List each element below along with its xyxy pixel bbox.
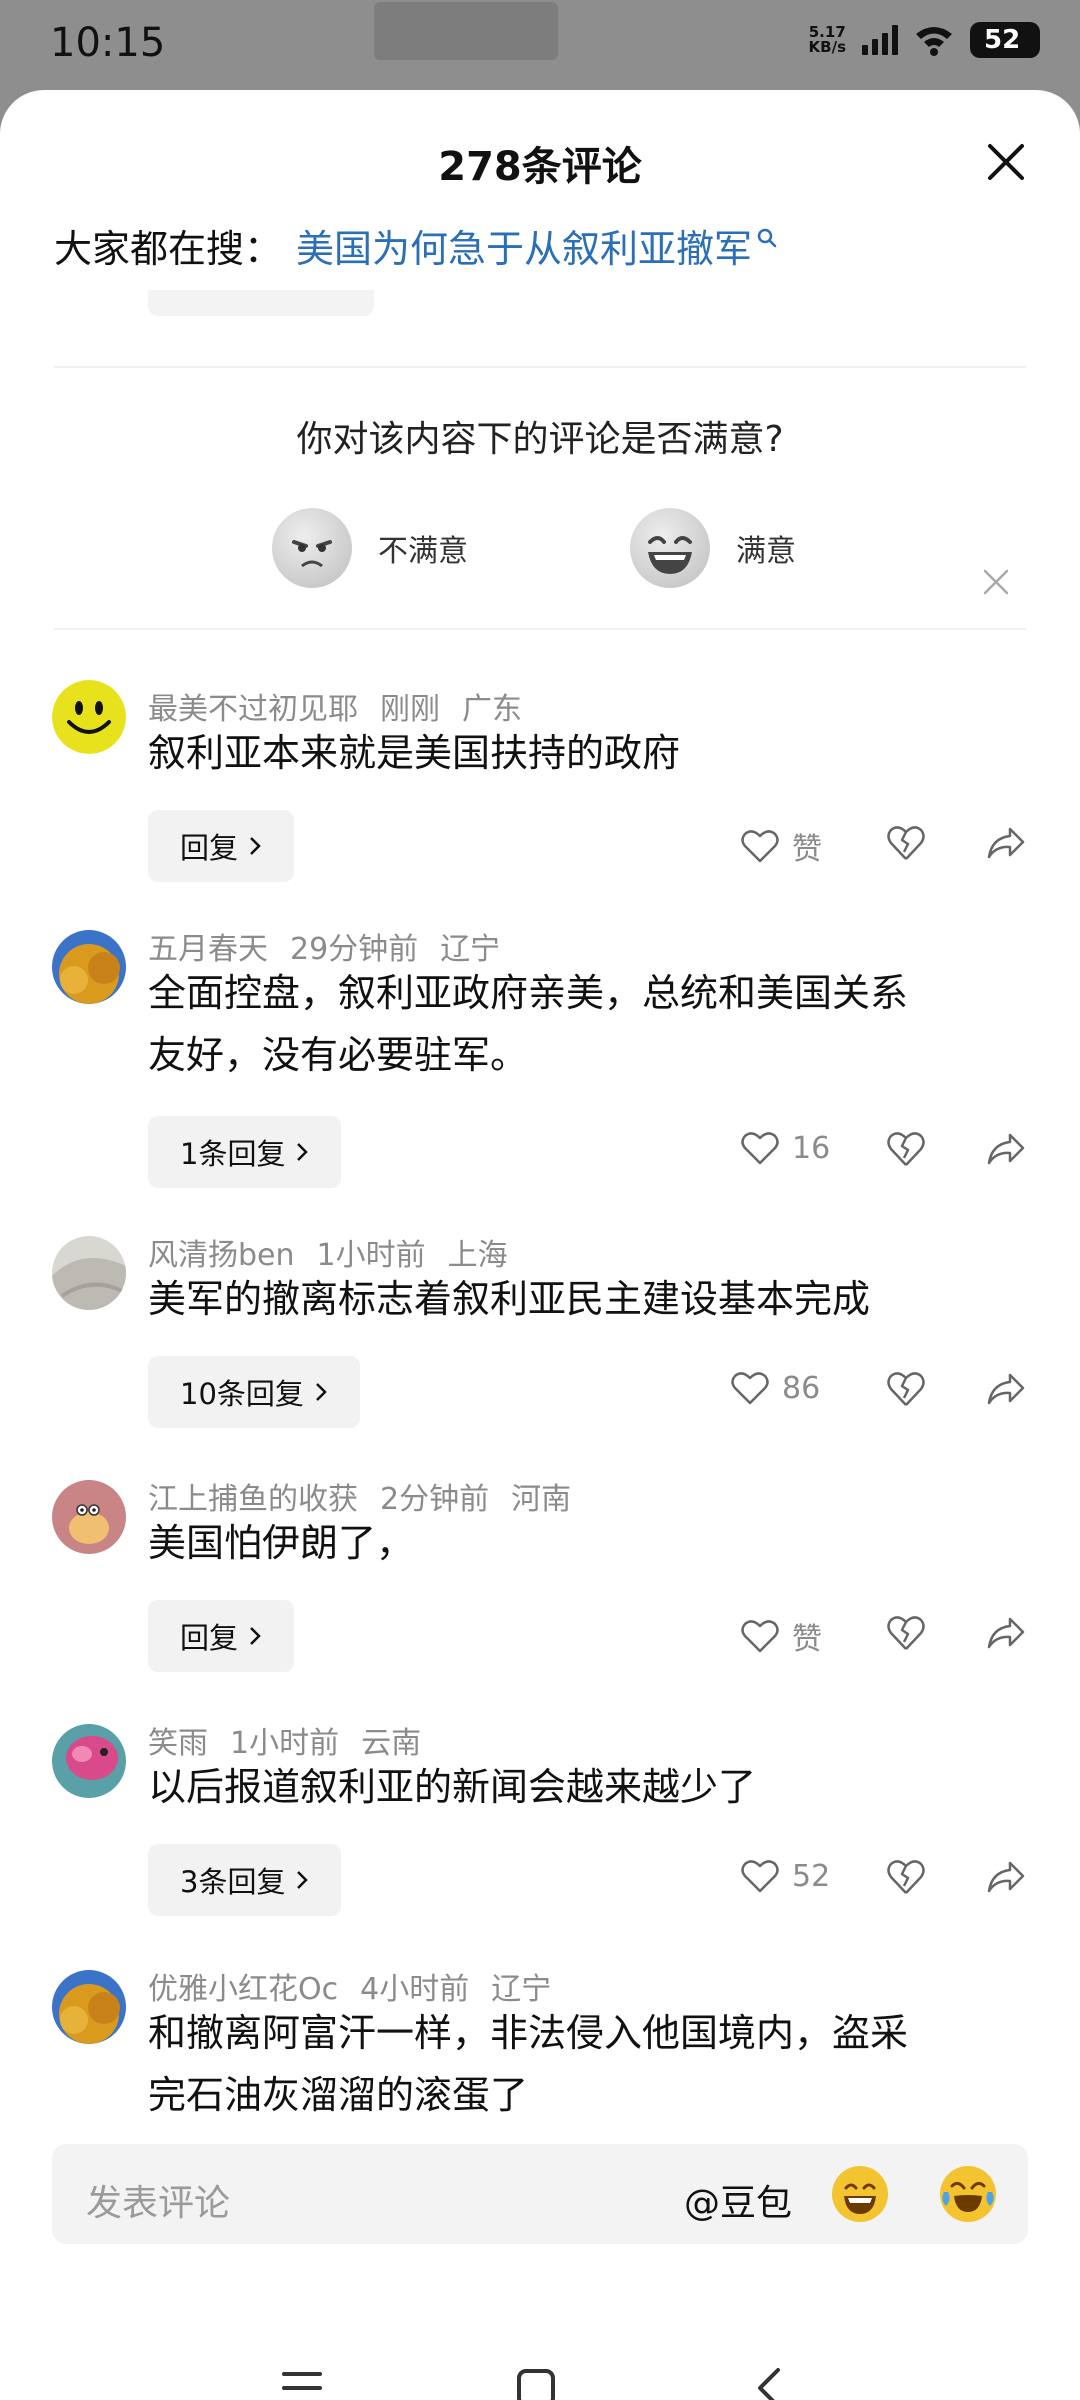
survey-option-dissatisfied[interactable]: 不满意	[272, 508, 468, 588]
share-icon[interactable]	[986, 1858, 1026, 1896]
survey-option-satisfied[interactable]: 满意	[630, 508, 796, 588]
comment-line: 叙利亚本来就是美国扶持的政府	[148, 731, 681, 775]
status-time: 10:15	[50, 20, 166, 66]
fabric-avatar[interactable]	[52, 1236, 126, 1310]
comment-text: 叙利亚本来就是美国扶持的政府	[148, 722, 1008, 784]
like-count: 16	[792, 1130, 831, 1166]
comment-actions: 86	[0, 1362, 1080, 1422]
comment-input-placeholder: 发表评论	[86, 2183, 231, 2224]
comment-line: 美国怕伊朗了，	[148, 1521, 415, 1565]
search-icon	[757, 228, 777, 247]
like-button[interactable]: 16	[740, 1130, 830, 1166]
like-button[interactable]: 52	[740, 1858, 830, 1894]
net-speed: 5.17 KB/s	[809, 25, 846, 55]
grin-emoji-icon[interactable]	[832, 2166, 888, 2222]
comment-text: 和撤离阿富汗一样，非法侵入他国境内，盗采 完石油灰溜溜的滚蛋了	[148, 2002, 1008, 2126]
battery-icon: 52	[970, 22, 1040, 58]
comment-text: 全面控盘，叙利亚政府亲美，总统和美国关系 友好，没有必要驻军。	[148, 962, 1008, 1086]
signal-icon	[862, 25, 898, 55]
fish-avatar[interactable]	[52, 1724, 126, 1798]
comment-actions: 52	[0, 1850, 1080, 1910]
back-icon[interactable]	[748, 2366, 792, 2400]
broken-heart-icon[interactable]	[886, 1370, 926, 1408]
notification-pill	[374, 2, 558, 60]
heart-icon	[741, 830, 779, 863]
survey-option-label: 不满意	[378, 534, 468, 569]
comments-title: 278条评论	[438, 144, 642, 190]
like-count: 86	[782, 1370, 821, 1406]
share-icon[interactable]	[986, 1370, 1026, 1408]
comment-line: 和撤离阿富汗一样，非法侵入他国境内，盗采	[148, 2011, 909, 2055]
hot-search: 大家都在搜： 美国为何急于从叙利亚撤军	[54, 218, 778, 273]
like-button[interactable]: 赞	[740, 1614, 822, 1658]
like-count: 52	[792, 1858, 831, 1894]
cartoon-bun-avatar[interactable]	[52, 1480, 126, 1554]
comment-text: 美军的撤离标志着叙利亚民主建设基本完成	[148, 1268, 1008, 1330]
like-button[interactable]: 86	[730, 1370, 820, 1406]
survey-close-icon[interactable]	[982, 568, 1010, 596]
comment-text: 以后报道叙利亚的新闻会越来越少了	[148, 1756, 1008, 1818]
divider	[54, 366, 1026, 368]
smiley-avatar[interactable]	[52, 680, 126, 754]
home-icon[interactable]	[514, 2366, 558, 2400]
close-icon[interactable]	[986, 142, 1026, 182]
heart-icon	[731, 1372, 769, 1405]
share-icon[interactable]	[986, 1130, 1026, 1168]
laugh-cry-emoji-icon[interactable]	[940, 2166, 996, 2222]
heart-icon	[741, 1860, 779, 1893]
comment-text: 美国怕伊朗了，	[148, 1512, 1008, 1574]
broken-heart-icon[interactable]	[886, 1130, 926, 1168]
broken-heart-icon[interactable]	[886, 1614, 926, 1652]
like-count: 赞	[792, 832, 822, 867]
comment-line: 美军的撤离标志着叙利亚民主建设基本完成	[148, 1277, 871, 1321]
like-count: 赞	[792, 1622, 822, 1657]
hidden-chip	[148, 290, 374, 316]
comment-line: 友好，没有必要驻军。	[148, 1033, 529, 1077]
like-button[interactable]: 赞	[740, 824, 822, 868]
heart-icon	[741, 1620, 779, 1653]
wifi-icon	[916, 27, 952, 56]
laughing-face-icon	[630, 508, 710, 588]
comment-line: 完石油灰溜溜的滚蛋了	[148, 2073, 529, 2117]
menu-icon[interactable]	[280, 2366, 324, 2400]
autumn-tree-avatar[interactable]	[52, 930, 126, 1004]
system-nav-bar	[0, 2330, 1080, 2400]
share-icon[interactable]	[986, 1614, 1026, 1652]
comment-actions: 赞	[0, 1606, 1080, 1666]
survey-option-label: 满意	[736, 534, 796, 569]
frown-face-icon	[272, 508, 352, 588]
share-icon[interactable]	[986, 824, 1026, 862]
divider	[54, 628, 1026, 630]
autumn-tree-avatar[interactable]	[52, 1970, 126, 2044]
net-speed-unit: KB/s	[808, 38, 846, 56]
broken-heart-icon[interactable]	[886, 824, 926, 862]
comment-actions: 赞	[0, 816, 1080, 876]
comment-line: 以后报道叙利亚的新闻会越来越少了	[148, 1765, 757, 1809]
comments-sheet: 278条评论 大家都在搜： 美国为何急于从叙利亚撤军 你对该内容下的评论是否满意…	[0, 90, 1080, 2400]
comment-input[interactable]: 发表评论 @豆包	[52, 2144, 1028, 2244]
comment-actions: 16	[0, 1122, 1080, 1182]
hot-search-link[interactable]: 美国为何急于从叙利亚撤军	[296, 218, 752, 273]
comment-line: 全面控盘，叙利亚政府亲美，总统和美国关系	[148, 971, 909, 1015]
hot-search-prefix: 大家都在搜：	[54, 227, 283, 271]
survey-question: 你对该内容下的评论是否满意?	[296, 419, 784, 460]
broken-heart-icon[interactable]	[886, 1858, 926, 1896]
status-bar: 10:15 5.17 KB/s 52	[0, 0, 1080, 90]
status-icons: 5.17 KB/s 52	[809, 22, 1040, 58]
heart-icon	[741, 1132, 779, 1165]
mention-bot-button[interactable]: @豆包	[684, 2174, 792, 2226]
